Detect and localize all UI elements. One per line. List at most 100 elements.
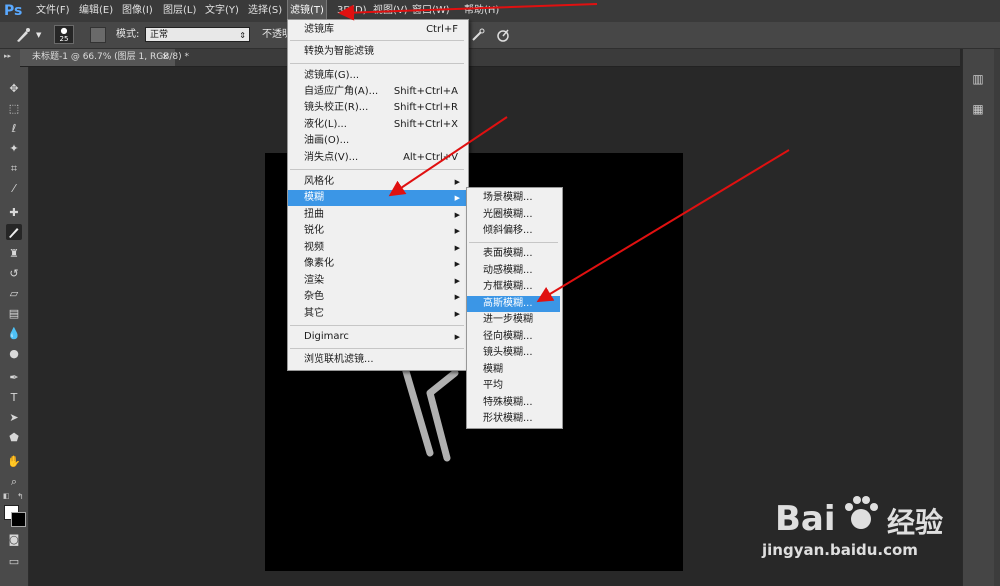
menu-item-lens-blur[interactable]: 镜头模糊... <box>467 345 560 361</box>
updown-arrow-icon: ⇕ <box>239 31 246 40</box>
gradient-tool-icon[interactable]: ▤ <box>6 306 22 322</box>
menu-item-filter-gallery[interactable]: 滤镜库(G)... <box>288 68 466 84</box>
submenu-arrow-icon: ▶ <box>454 244 460 252</box>
quick-mask-icon[interactable]: ◙ <box>6 532 22 548</box>
blur-submenu: 场景模糊... 光圈模糊... 倾斜偏移... 表面模糊... 动感模糊... … <box>466 187 563 429</box>
menu-item-average[interactable]: 平均 <box>467 378 560 394</box>
menu-item-gaussian-blur[interactable]: 高斯模糊... <box>467 296 560 312</box>
menu-type[interactable]: 文字(Y) <box>203 0 241 22</box>
brush-size-value: 25 <box>59 35 69 43</box>
menu-item-lens-correction[interactable]: 镜头校正(R)... Shift+Ctrl+R <box>288 100 466 116</box>
submenu-arrow-icon: ▶ <box>454 194 460 202</box>
options-bar: ▼ ● 25 模式: 正常 ⇕ 不透明 <box>0 22 1000 49</box>
crop-tool-icon[interactable]: ⌗ <box>6 161 22 177</box>
hand-tool-icon[interactable]: ✋ <box>6 454 22 470</box>
move-tool-icon[interactable]: ✥ <box>6 81 22 97</box>
brush-tool-icon[interactable] <box>6 224 22 240</box>
shape-tool-icon[interactable]: ⬟ <box>6 430 22 446</box>
menu-item-noise[interactable]: 杂色 ▶ <box>288 289 466 305</box>
submenu-arrow-icon: ▶ <box>454 333 460 341</box>
magic-wand-tool-icon[interactable]: ✦ <box>6 141 22 157</box>
menu-item-field-blur[interactable]: 场景模糊... <box>467 190 560 206</box>
menu-item-liquify[interactable]: 液化(L)... Shift+Ctrl+X <box>288 117 466 133</box>
menu-item-surface-blur[interactable]: 表面模糊... <box>467 246 560 262</box>
menu-select[interactable]: 选择(S) <box>246 0 284 22</box>
watermark-brand-text: Bai <box>775 499 836 539</box>
history-panel-icon[interactable]: ▥ <box>967 69 989 89</box>
brush-tool-preset-icon[interactable] <box>14 26 32 44</box>
menu-item-blur-more[interactable]: 进一步模糊 <box>467 312 560 328</box>
menu-item-sharpen[interactable]: 锐化 ▶ <box>288 223 466 239</box>
watermark-brand-cn: 经验 <box>887 506 944 539</box>
menu-bar: Ps 文件(F) 编辑(E) 图像(I) 图层(L) 文字(Y) 选择(S) 滤… <box>0 0 1000 23</box>
airbrush-icon[interactable] <box>470 27 486 43</box>
menu-file[interactable]: 文件(F) <box>34 0 72 22</box>
preset-dropdown-arrow-icon[interactable]: ▼ <box>36 22 41 48</box>
pen-tool-icon[interactable]: ✒ <box>6 370 22 386</box>
menu-item-blur[interactable]: 模糊 ▶ <box>288 190 466 206</box>
type-tool-icon[interactable]: T <box>6 390 22 406</box>
brush-panel-toggle-icon[interactable] <box>90 27 106 43</box>
tab-close-icon[interactable]: × <box>161 49 169 66</box>
menu-item-iris-blur[interactable]: 光圈模糊... <box>467 207 560 223</box>
history-brush-tool-icon[interactable]: ↺ <box>6 266 22 282</box>
filter-menu-dropdown: 滤镜库 Ctrl+F 转换为智能滤镜 滤镜库(G)... 自适应广角(A)... S… <box>287 19 469 371</box>
panel-collapse-icon[interactable]: ▸▸ <box>4 52 11 60</box>
photoshop-logo: Ps <box>4 3 23 19</box>
menu-item-box-blur[interactable]: 方框模糊... <box>467 279 560 295</box>
menu-image[interactable]: 图像(I) <box>120 0 155 22</box>
document-tab-bar: 未标题-1 @ 66.7% (图层 1, RGB/8) * × <box>20 49 960 67</box>
menu-item-distort[interactable]: 扭曲 ▶ <box>288 207 466 223</box>
menu-item-vanishing-point[interactable]: 消失点(V)... Alt+Ctrl+V <box>288 150 466 166</box>
menu-item-video[interactable]: 视频 ▶ <box>288 240 466 256</box>
menu-item-stylize[interactable]: 风格化 ▶ <box>288 174 466 190</box>
menu-item-blur-plain[interactable]: 模糊 <box>467 362 560 378</box>
paw-icon <box>841 493 881 533</box>
mode-label: 模式: <box>116 29 140 40</box>
eraser-tool-icon[interactable]: ▱ <box>6 286 22 302</box>
menu-item-motion-blur[interactable]: 动感模糊... <box>467 263 560 279</box>
background-color-swatch[interactable] <box>11 512 26 527</box>
menu-item-pixelate[interactable]: 像素化 ▶ <box>288 256 466 272</box>
menu-item-digimarc[interactable]: Digimarc ▶ <box>288 329 466 345</box>
healing-brush-tool-icon[interactable]: ✚ <box>6 205 22 221</box>
lasso-tool-icon[interactable]: ℓ <box>6 121 22 137</box>
properties-panel-icon[interactable]: ▦ <box>967 99 989 119</box>
tablet-pressure-icon[interactable] <box>495 27 511 43</box>
submenu-arrow-icon: ▶ <box>454 310 460 318</box>
menu-item-convert-smart-filters[interactable]: 转换为智能滤镜 <box>288 44 466 60</box>
eyedropper-tool-icon[interactable]: ⁄ <box>6 181 22 197</box>
submenu-arrow-icon: ▶ <box>454 260 460 268</box>
swap-colors-icon[interactable]: ↰ <box>17 492 24 501</box>
menu-item-render[interactable]: 渲染 ▶ <box>288 273 466 289</box>
brush-size-picker[interactable]: ● 25 <box>54 25 74 44</box>
dodge-tool-icon[interactable]: ● <box>6 346 22 362</box>
menu-item-tilt-shift[interactable]: 倾斜偏移... <box>467 223 560 239</box>
marquee-tool-icon[interactable]: ⬚ <box>6 101 22 117</box>
brush-dot-icon: ● <box>60 26 68 35</box>
submenu-arrow-icon: ▶ <box>454 178 460 186</box>
submenu-arrow-icon: ▶ <box>454 211 460 219</box>
mode-select[interactable]: 正常 ⇕ <box>145 27 250 42</box>
path-selection-tool-icon[interactable]: ➤ <box>6 410 22 426</box>
zoom-tool-icon[interactable]: ⌕ <box>6 474 22 490</box>
submenu-arrow-icon: ▶ <box>454 227 460 235</box>
clone-stamp-tool-icon[interactable]: ♜ <box>6 246 22 262</box>
screen-mode-icon[interactable]: ▭ <box>6 554 22 570</box>
watermark-url: jingyan.baidu.com <box>762 541 918 559</box>
menu-item-shape-blur[interactable]: 形状模糊... <box>467 411 560 427</box>
blur-tool-icon[interactable]: 💧 <box>6 326 22 342</box>
menu-item-radial-blur[interactable]: 径向模糊... <box>467 329 560 345</box>
default-colors-icon[interactable]: ◧ <box>3 492 10 500</box>
submenu-arrow-icon: ▶ <box>454 293 460 301</box>
menu-item-browse-filters-online[interactable]: 浏览联机滤镜... <box>288 352 466 368</box>
menu-edit[interactable]: 编辑(E) <box>77 0 115 22</box>
menu-item-adaptive-wide-angle[interactable]: 自适应广角(A)... Shift+Ctrl+A <box>288 84 466 100</box>
menu-item-filter-gallery-last[interactable]: 滤镜库 Ctrl+F <box>288 22 466 38</box>
menu-item-oil-paint[interactable]: 油画(O)... <box>288 133 466 149</box>
menu-item-smart-blur[interactable]: 特殊模糊... <box>467 395 560 411</box>
tool-panel: ▸▸ ✥ ⬚ ℓ ✦ ⌗ ⁄ ✚ ♜ ↺ ▱ ▤ 💧 ● ✒ T ➤ ⬟ ✋ ⌕… <box>0 49 29 586</box>
menu-layer[interactable]: 图层(L) <box>161 0 198 22</box>
menu-item-other[interactable]: 其它 ▶ <box>288 306 466 322</box>
document-tab[interactable]: 未标题-1 @ 66.7% (图层 1, RGB/8) * × <box>20 49 189 66</box>
